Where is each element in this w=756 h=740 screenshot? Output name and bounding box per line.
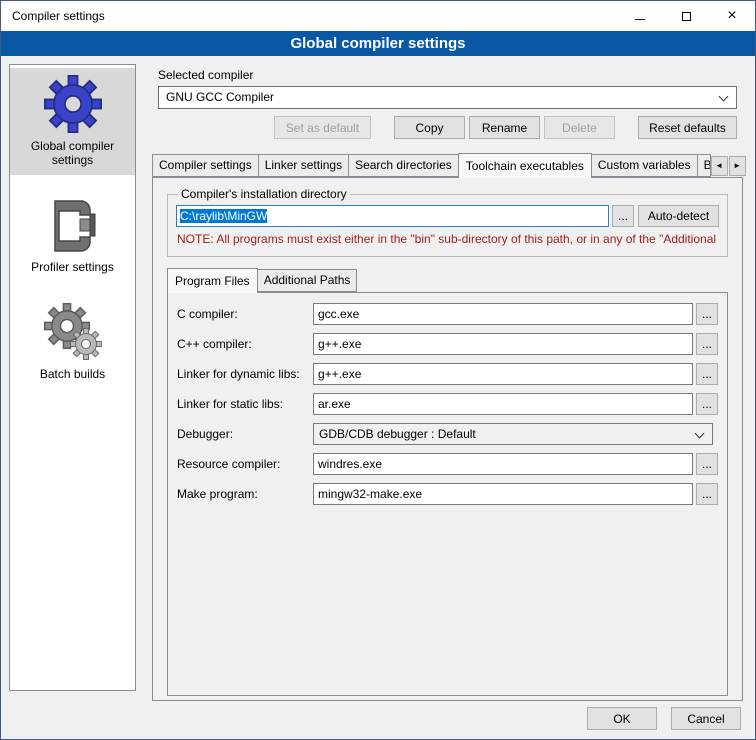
c-compiler-label: C compiler:: [177, 307, 313, 321]
chevron-down-icon: [719, 92, 729, 102]
toolchain-executables-panel: Compiler's installation directory C:\ray…: [152, 177, 743, 701]
gears-icon: [13, 300, 132, 364]
tab-scroll-left-button[interactable]: ◄: [711, 156, 728, 176]
sidebar-item-label: Profiler settings: [13, 257, 132, 274]
window-controls: ×: [617, 1, 755, 31]
c-compiler-browse-button[interactable]: ...: [696, 303, 718, 325]
tab-linker-settings[interactable]: Linker settings: [258, 154, 349, 177]
selected-compiler-label: Selected compiler: [158, 68, 737, 82]
dialog-header: Global compiler settings: [1, 31, 755, 56]
rename-button[interactable]: Rename: [469, 116, 540, 139]
program-subtabs: Program Files Additional Paths: [167, 267, 728, 292]
tab-scroll-right-button[interactable]: ►: [729, 156, 746, 176]
close-icon: ×: [727, 8, 736, 24]
maximize-button[interactable]: [663, 1, 709, 31]
selected-compiler-value: GNU GCC Compiler: [166, 90, 274, 104]
gear-icon: [13, 72, 132, 136]
installation-directory-group: Compiler's installation directory C:\ray…: [167, 187, 728, 257]
compiler-settings-window: Compiler settings × Global compiler sett…: [0, 0, 756, 740]
resource-compiler-input[interactable]: [313, 453, 693, 475]
settings-sidebar: Global compiler settings Profiler settin…: [9, 64, 136, 691]
selected-compiler-dropdown[interactable]: GNU GCC Compiler: [158, 86, 737, 109]
cpp-compiler-browse-button[interactable]: ...: [696, 333, 718, 355]
auto-detect-button[interactable]: Auto-detect: [638, 205, 719, 227]
dialog-footer: OK Cancel: [587, 707, 741, 730]
compiler-tabs: Compiler settings Linker settings Search…: [152, 152, 743, 177]
installation-directory-input[interactable]: C:\raylib\MinGW: [176, 205, 609, 227]
tab-custom-variables[interactable]: Custom variables: [591, 154, 698, 177]
delete-button[interactable]: Delete: [544, 116, 615, 139]
sidebar-item-batch-builds[interactable]: Batch builds: [10, 296, 135, 389]
cancel-button[interactable]: Cancel: [671, 707, 741, 730]
installation-directory-row: C:\raylib\MinGW ... Auto-detect: [176, 205, 719, 227]
program-files-panel: C compiler: ... C++ compiler: ... Linker…: [167, 292, 728, 696]
maximize-icon: [682, 12, 691, 21]
program-row-debugger: Debugger: GDB/CDB debugger : Default: [177, 423, 718, 445]
c-compiler-input[interactable]: [313, 303, 693, 325]
installation-directory-browse-button[interactable]: ...: [612, 205, 634, 227]
tab-compiler-settings[interactable]: Compiler settings: [152, 154, 259, 177]
cpp-compiler-input[interactable]: [313, 333, 693, 355]
sidebar-item-label: Batch builds: [13, 364, 132, 381]
program-row-resource-compiler: Resource compiler: ...: [177, 453, 718, 475]
program-row-static-linker: Linker for static libs: ...: [177, 393, 718, 415]
compiler-actions-row: Set as default Copy Rename Delete Reset …: [158, 116, 737, 139]
subtab-additional-paths[interactable]: Additional Paths: [257, 269, 358, 292]
program-row-make-program: Make program: ...: [177, 483, 718, 505]
chevron-down-icon: [695, 429, 705, 439]
reset-defaults-button[interactable]: Reset defaults: [638, 116, 737, 139]
make-program-input[interactable]: [313, 483, 693, 505]
dynamic-linker-browse-button[interactable]: ...: [696, 363, 718, 385]
static-linker-label: Linker for static libs:: [177, 397, 313, 411]
resource-compiler-browse-button[interactable]: ...: [696, 453, 718, 475]
cpp-compiler-label: C++ compiler:: [177, 337, 313, 351]
installation-directory-note: NOTE: All programs must exist either in …: [177, 232, 718, 246]
dynamic-linker-input[interactable]: [313, 363, 693, 385]
program-row-dynamic-linker: Linker for dynamic libs: ...: [177, 363, 718, 385]
subtab-program-files[interactable]: Program Files: [167, 268, 258, 293]
installation-directory-group-label: Compiler's installation directory: [178, 187, 350, 201]
program-row-c-compiler: C compiler: ...: [177, 303, 718, 325]
sidebar-item-global-compiler-settings[interactable]: Global compiler settings: [10, 68, 135, 175]
dynamic-linker-label: Linker for dynamic libs:: [177, 367, 313, 381]
minimize-button[interactable]: [617, 1, 663, 31]
main-panel: Selected compiler GNU GCC Compiler Set a…: [146, 63, 749, 701]
debugger-select[interactable]: GDB/CDB debugger : Default: [313, 423, 713, 445]
copy-button[interactable]: Copy: [394, 116, 465, 139]
static-linker-input[interactable]: [313, 393, 693, 415]
tab-toolchain-executables[interactable]: Toolchain executables: [458, 153, 592, 178]
program-row-cpp-compiler: C++ compiler: ...: [177, 333, 718, 355]
titlebar[interactable]: Compiler settings ×: [1, 1, 755, 31]
close-button[interactable]: ×: [709, 1, 755, 31]
sidebar-item-profiler-settings[interactable]: Profiler settings: [10, 189, 135, 282]
set-as-default-button[interactable]: Set as default: [274, 116, 371, 139]
window-title: Compiler settings: [1, 9, 105, 23]
sidebar-item-label: Global compiler settings: [13, 136, 132, 167]
clamp-icon: [13, 193, 132, 257]
debugger-selected-value: GDB/CDB debugger : Default: [319, 427, 476, 441]
installation-directory-selected-text: C:\raylib\MinGW: [180, 209, 267, 223]
minimize-icon: [635, 19, 645, 20]
make-program-browse-button[interactable]: ...: [696, 483, 718, 505]
tab-scroll-arrows: ◄ ►: [710, 156, 746, 176]
tab-build-options[interactable]: Buil: [697, 154, 711, 177]
static-linker-browse-button[interactable]: ...: [696, 393, 718, 415]
tab-search-directories[interactable]: Search directories: [348, 154, 459, 177]
make-program-label: Make program:: [177, 487, 313, 501]
debugger-label: Debugger:: [177, 427, 313, 441]
resource-compiler-label: Resource compiler:: [177, 457, 313, 471]
ok-button[interactable]: OK: [587, 707, 657, 730]
